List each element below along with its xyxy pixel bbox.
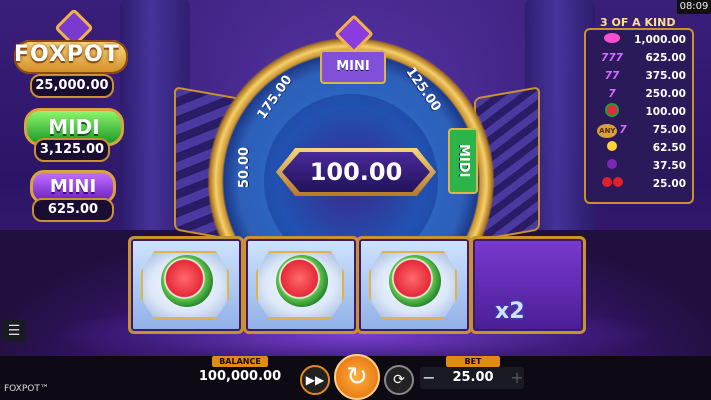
turbo-button[interactable]: ▶▶ xyxy=(300,365,330,395)
spin-icon: ↻ xyxy=(346,362,368,392)
any-seven-icon: ANY 7 xyxy=(594,121,630,139)
paytable-value: 62.50 xyxy=(652,142,686,154)
reel-3 xyxy=(356,236,472,334)
reel-2 xyxy=(243,236,359,334)
paytable-row: ANY 7 75.00 xyxy=(590,121,690,139)
paytable-value: 1,000.00 xyxy=(634,34,686,46)
menu-button[interactable]: ☰ xyxy=(2,320,26,342)
cherries-icon xyxy=(594,175,630,193)
autoplay-icon: ⟳ xyxy=(393,372,405,388)
brand-label: FOXPOT™ xyxy=(4,384,49,394)
wheel-segment-midi: MIDI xyxy=(448,128,478,194)
wheel-center-value: 100.00 xyxy=(282,152,430,192)
watermelon-icon xyxy=(161,255,213,307)
watermelon-icon xyxy=(594,103,630,121)
watermelon-icon xyxy=(389,255,441,307)
foxpot-jackpot-amount: 25,000.00 xyxy=(30,74,114,98)
watermelon-icon xyxy=(276,255,328,307)
multiplier-text: x2 xyxy=(495,299,525,324)
wheel-segment-50: 50.00 xyxy=(237,146,253,189)
wild-icon xyxy=(594,31,630,49)
paytable-row: 62.50 xyxy=(590,139,690,157)
bet-decrease-button[interactable]: − xyxy=(420,367,438,389)
triple-seven-icon: 777 xyxy=(601,52,623,64)
paytable-row: 777 625.00 xyxy=(590,49,690,67)
bet-increase-button[interactable]: + xyxy=(508,367,526,389)
balance-value: 100,000.00 xyxy=(198,369,282,384)
paytable-row: 1,000.00 xyxy=(590,31,690,49)
bet-value: 25.00 xyxy=(452,370,494,385)
paytable-value: 75.00 xyxy=(652,124,686,136)
spin-button[interactable]: ↻ xyxy=(334,354,380,400)
single-seven-icon: 7 xyxy=(608,88,616,100)
hamburger-icon: ☰ xyxy=(7,323,21,339)
lemon-icon xyxy=(594,139,630,157)
paytable-value: 100.00 xyxy=(645,106,686,118)
status-clock: 08:09 xyxy=(677,0,711,14)
midi-jackpot-amount: 3,125.00 xyxy=(34,138,110,162)
paytable-row: 100.00 xyxy=(590,103,690,121)
paytable-value: 37.50 xyxy=(652,160,686,172)
reel-4-multiplier: x2 xyxy=(470,236,586,334)
any-seven-glyph: 7 xyxy=(619,124,627,136)
balance-label: BALANCE xyxy=(212,356,268,367)
paytable-row: 7 250.00 xyxy=(590,85,690,103)
paytable-row: 25.00 xyxy=(590,175,690,193)
fast-forward-icon: ▶▶ xyxy=(305,373,325,387)
paytable-value: 625.00 xyxy=(645,52,686,64)
bet-label: BET xyxy=(446,356,500,367)
paytable-value: 375.00 xyxy=(645,70,686,82)
wheel-segment-mini: MINI xyxy=(320,50,386,84)
paytable-row: 37.50 xyxy=(590,157,690,175)
paytable-row: 77 375.00 xyxy=(590,67,690,85)
autoplay-button[interactable]: ⟳ xyxy=(384,365,414,395)
any-label: ANY xyxy=(597,124,618,138)
paytable-value: 25.00 xyxy=(652,178,686,190)
plum-icon xyxy=(594,157,630,175)
mini-jackpot-amount: 625.00 xyxy=(32,198,114,222)
double-seven-icon: 77 xyxy=(604,70,620,82)
reel-1 xyxy=(128,236,244,334)
logo-text: FOXPOT xyxy=(14,42,120,67)
paytable-value: 250.00 xyxy=(645,88,686,100)
